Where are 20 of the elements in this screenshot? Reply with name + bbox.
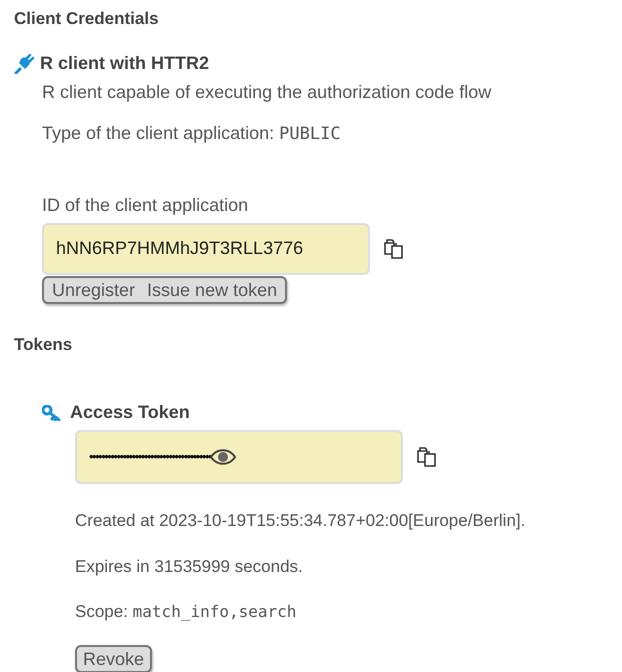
client-description: R client capable of executing the authorization code flow xyxy=(42,81,492,104)
section-heading: Tokens xyxy=(14,334,74,356)
plug-icon xyxy=(14,54,34,74)
key-icon xyxy=(42,404,62,420)
client-name: R client with HTTR2 xyxy=(40,52,210,75)
copy-icon[interactable] xyxy=(382,236,406,260)
token-expiry: Expires in 31535999 seconds. xyxy=(75,556,304,578)
revoke-button[interactable]: Revoke xyxy=(75,644,152,672)
section-heading: Client Credentials xyxy=(14,8,160,30)
token-field[interactable]: •••••••••••••••••••••••••••••••••••••••• xyxy=(75,430,403,484)
token-created: Created at 2023-10-19T15:55:34.787+02:00[Europe/Berlin]. xyxy=(75,510,526,532)
copy-icon[interactable] xyxy=(415,445,439,469)
action-button[interactable]: Issue new token xyxy=(147,278,278,302)
client-type: Type of the client application: PUBLIC xyxy=(42,122,342,146)
action-button[interactable]: Unregister xyxy=(52,278,136,302)
token-scope: Scope: match_info,search xyxy=(75,601,298,623)
client-id-field[interactable]: hNN6RP7HMMhJ9T3RLL3776 xyxy=(42,222,370,274)
token-title: Access Token xyxy=(70,401,190,424)
field-label: ID of the client application xyxy=(42,194,250,217)
token-value: •••••••••••••••••••••••••••••••••••••••• xyxy=(89,448,212,466)
